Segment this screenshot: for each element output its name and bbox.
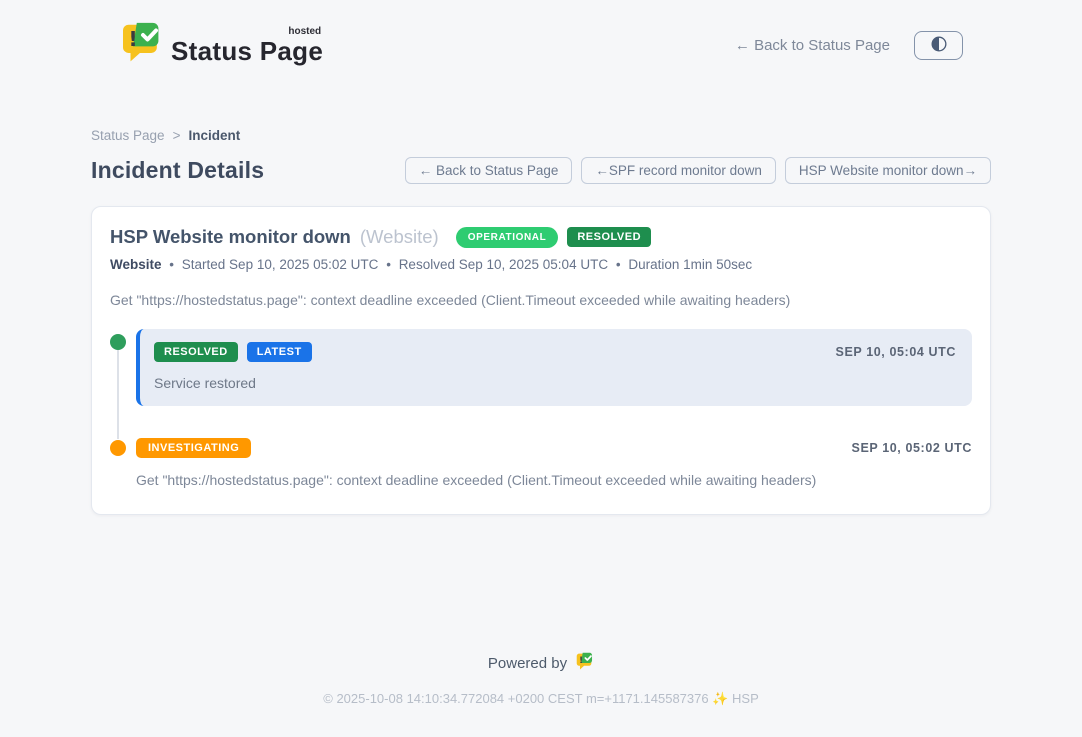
svg-text:!: ! — [579, 656, 583, 666]
timeline-latest-badge: LATEST — [247, 342, 312, 362]
copyright-text: © 2025-10-08 14:10:34.772084 +0200 CEST … — [0, 691, 1082, 707]
page-title: Incident Details — [91, 157, 264, 184]
resolved-status-badge: RESOLVED — [567, 227, 651, 247]
breadcrumb-root[interactable]: Status Page — [91, 128, 165, 143]
meta-duration: Duration 1min 50sec — [628, 257, 752, 272]
incident-description: Get "https://hostedstatus.page": context… — [110, 292, 972, 308]
logo-hosted-superscript: hosted — [288, 27, 321, 37]
logo-brand-text: Status Page — [171, 38, 323, 64]
meta-separator: • — [616, 257, 621, 272]
footer: Powered by ! © 2025-10-08 14:10:34.77208… — [0, 652, 1082, 707]
timeline-message: Get "https://hostedstatus.page": context… — [136, 472, 972, 488]
meta-resolved: Resolved Sep 10, 2025 05:04 UTC — [399, 257, 608, 272]
meta-separator: • — [386, 257, 391, 272]
powered-by: Powered by ! — [0, 652, 1082, 675]
operational-status-badge: OPERATIONAL — [456, 227, 559, 248]
timeline-dot-orange — [110, 440, 126, 456]
contrast-half-circle-icon — [929, 34, 949, 57]
incident-title: HSP Website monitor down — [110, 226, 351, 248]
breadcrumb-current: Incident — [188, 128, 240, 143]
timeline-latest-update-box: RESOLVED LATEST SEP 10, 05:04 UTC Servic… — [136, 329, 972, 406]
breadcrumb: Status Page > Incident — [91, 128, 991, 143]
timeline-timestamp: SEP 10, 05:04 UTC — [836, 345, 956, 359]
next-incident-button[interactable]: HSP Website monitor down→ — [785, 157, 991, 184]
status-page-logo-icon: ! — [119, 21, 163, 70]
incident-card: HSP Website monitor down (Website) OPERA… — [91, 206, 991, 515]
timeline-entry-resolved: RESOLVED LATEST SEP 10, 05:04 UTC Servic… — [110, 329, 972, 406]
powered-by-logo-icon[interactable]: ! — [575, 652, 594, 675]
meta-component: Website — [110, 257, 162, 272]
powered-by-label: Powered by — [488, 655, 567, 672]
app-logo: ! hosted Status Page — [119, 21, 323, 70]
back-to-status-page-button[interactable]: ← Back to Status Page — [405, 157, 573, 184]
incident-nav-buttons: ← Back to Status Page ←SPF record monito… — [405, 157, 991, 184]
header: ! hosted Status Page ← Back to Status Pa… — [0, 0, 1082, 76]
timeline-resolved-badge: RESOLVED — [154, 342, 238, 362]
meta-started: Started Sep 10, 2025 05:02 UTC — [182, 257, 379, 272]
timeline-dot-green — [110, 334, 126, 350]
back-to-status-page-link[interactable]: ← Back to Status Page — [735, 37, 890, 54]
incident-timeline: RESOLVED LATEST SEP 10, 05:04 UTC Servic… — [110, 329, 972, 488]
incident-component: (Website) — [360, 226, 439, 248]
svg-text:!: ! — [128, 27, 137, 51]
timeline-entry-investigating: INVESTIGATING SEP 10, 05:02 UTC Get "htt… — [110, 435, 972, 488]
incident-meta: Website • Started Sep 10, 2025 05:02 UTC… — [110, 257, 972, 272]
timeline-timestamp: SEP 10, 05:02 UTC — [852, 441, 972, 455]
prev-incident-button[interactable]: ←SPF record monitor down — [581, 157, 776, 184]
meta-separator: • — [169, 257, 174, 272]
breadcrumb-separator: > — [173, 128, 181, 143]
theme-toggle-button[interactable] — [914, 31, 963, 60]
timeline-investigating-badge: INVESTIGATING — [136, 438, 251, 458]
timeline-message: Service restored — [154, 375, 956, 391]
